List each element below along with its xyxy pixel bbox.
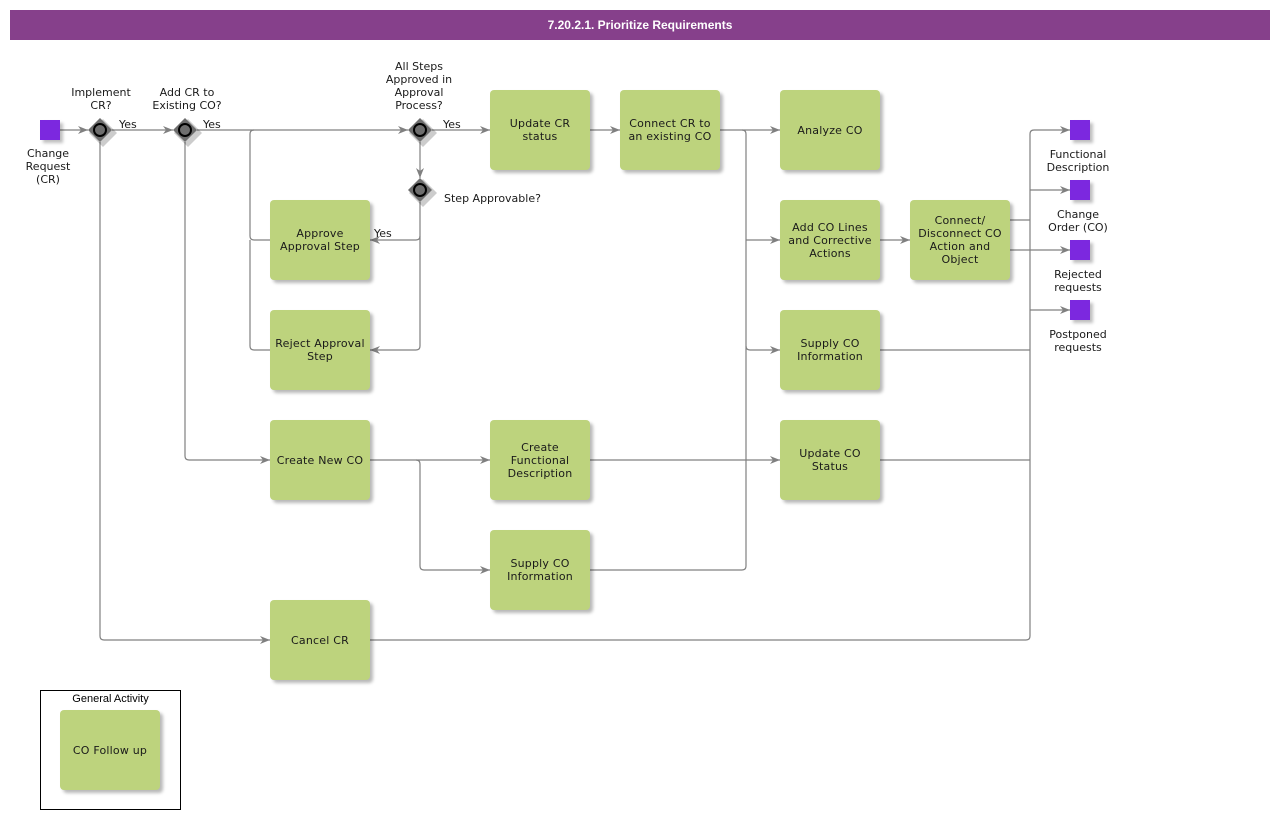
- activity-analyze-co[interactable]: Analyze CO: [780, 90, 880, 170]
- connector: [370, 236, 421, 354]
- gateway-add-to-existing-co-yes: Yes: [203, 118, 221, 131]
- activity-add-co-lines[interactable]: Add CO Lines and Corrective Actions: [780, 200, 880, 280]
- end-event-label: Change Order (CO): [1048, 208, 1108, 234]
- gateway-implement-cr-yes: Yes: [119, 118, 137, 131]
- end-event-functional-description[interactable]: [1070, 120, 1090, 140]
- gateway-all-steps-approved[interactable]: [400, 110, 440, 150]
- end-event-rejected-requests[interactable]: [1070, 240, 1090, 260]
- activity-update-co-status[interactable]: Update CO Status: [780, 420, 880, 500]
- connector: [415, 459, 490, 574]
- activity-reject-approval-step[interactable]: Reject Approval Step: [270, 310, 370, 390]
- legend-general-activity: General Activity CO Follow up: [40, 690, 181, 810]
- activity-supply-co-information-2[interactable]: Supply CO Information: [490, 530, 590, 610]
- gateway-add-to-existing-co-label: Add CR to Existing CO?: [152, 86, 222, 112]
- gateway-step-approvable-yes: Yes: [374, 227, 392, 240]
- end-event-label: Rejected requests: [1054, 268, 1102, 294]
- activity-connect-disconnect-co-action[interactable]: Connect/ Disconnect CO Action and Object: [910, 200, 1010, 280]
- gateway-step-approvable[interactable]: [400, 170, 440, 210]
- start-event-label: Change Request (CR): [25, 147, 71, 186]
- gateway-add-to-existing-co[interactable]: [165, 110, 205, 150]
- legend-title: General Activity: [72, 693, 149, 705]
- activity-connect-cr-to-existing-co[interactable]: Connect CR to an existing CO: [620, 90, 720, 170]
- connector: [590, 129, 747, 571]
- activity-create-functional-description[interactable]: Create Functional Description: [490, 420, 590, 500]
- end-event-label: Postponed requests: [1049, 328, 1107, 354]
- start-event-change-request[interactable]: [40, 120, 60, 140]
- activity-cancel-cr[interactable]: Cancel CR: [270, 600, 370, 680]
- connector: [249, 129, 270, 241]
- connector: [745, 345, 780, 354]
- activity-approve-approval-step[interactable]: Approve Approval Step: [270, 200, 370, 280]
- activity-create-new-co[interactable]: Create New CO: [270, 420, 370, 500]
- connector: [249, 240, 270, 351]
- gateway-implement-cr-label: Implement CR?: [71, 86, 131, 112]
- end-event-change-order[interactable]: [1070, 180, 1090, 200]
- gateway-step-approvable-label: Step Approvable?: [444, 192, 541, 205]
- legend-activity-co-follow-up[interactable]: CO Follow up: [60, 710, 160, 790]
- activity-supply-co-information[interactable]: Supply CO Information: [780, 310, 880, 390]
- end-event-label: Functional Description: [1046, 148, 1110, 174]
- gateway-all-steps-approved-yes: Yes: [443, 118, 461, 131]
- connector: [184, 142, 270, 464]
- activity-update-cr-status[interactable]: Update CR status: [490, 90, 590, 170]
- gateway-all-steps-approved-label: All Steps Approved in Approval Process?: [385, 60, 453, 112]
- gateway-implement-cr[interactable]: [80, 110, 120, 150]
- end-event-postponed-requests[interactable]: [1070, 300, 1090, 320]
